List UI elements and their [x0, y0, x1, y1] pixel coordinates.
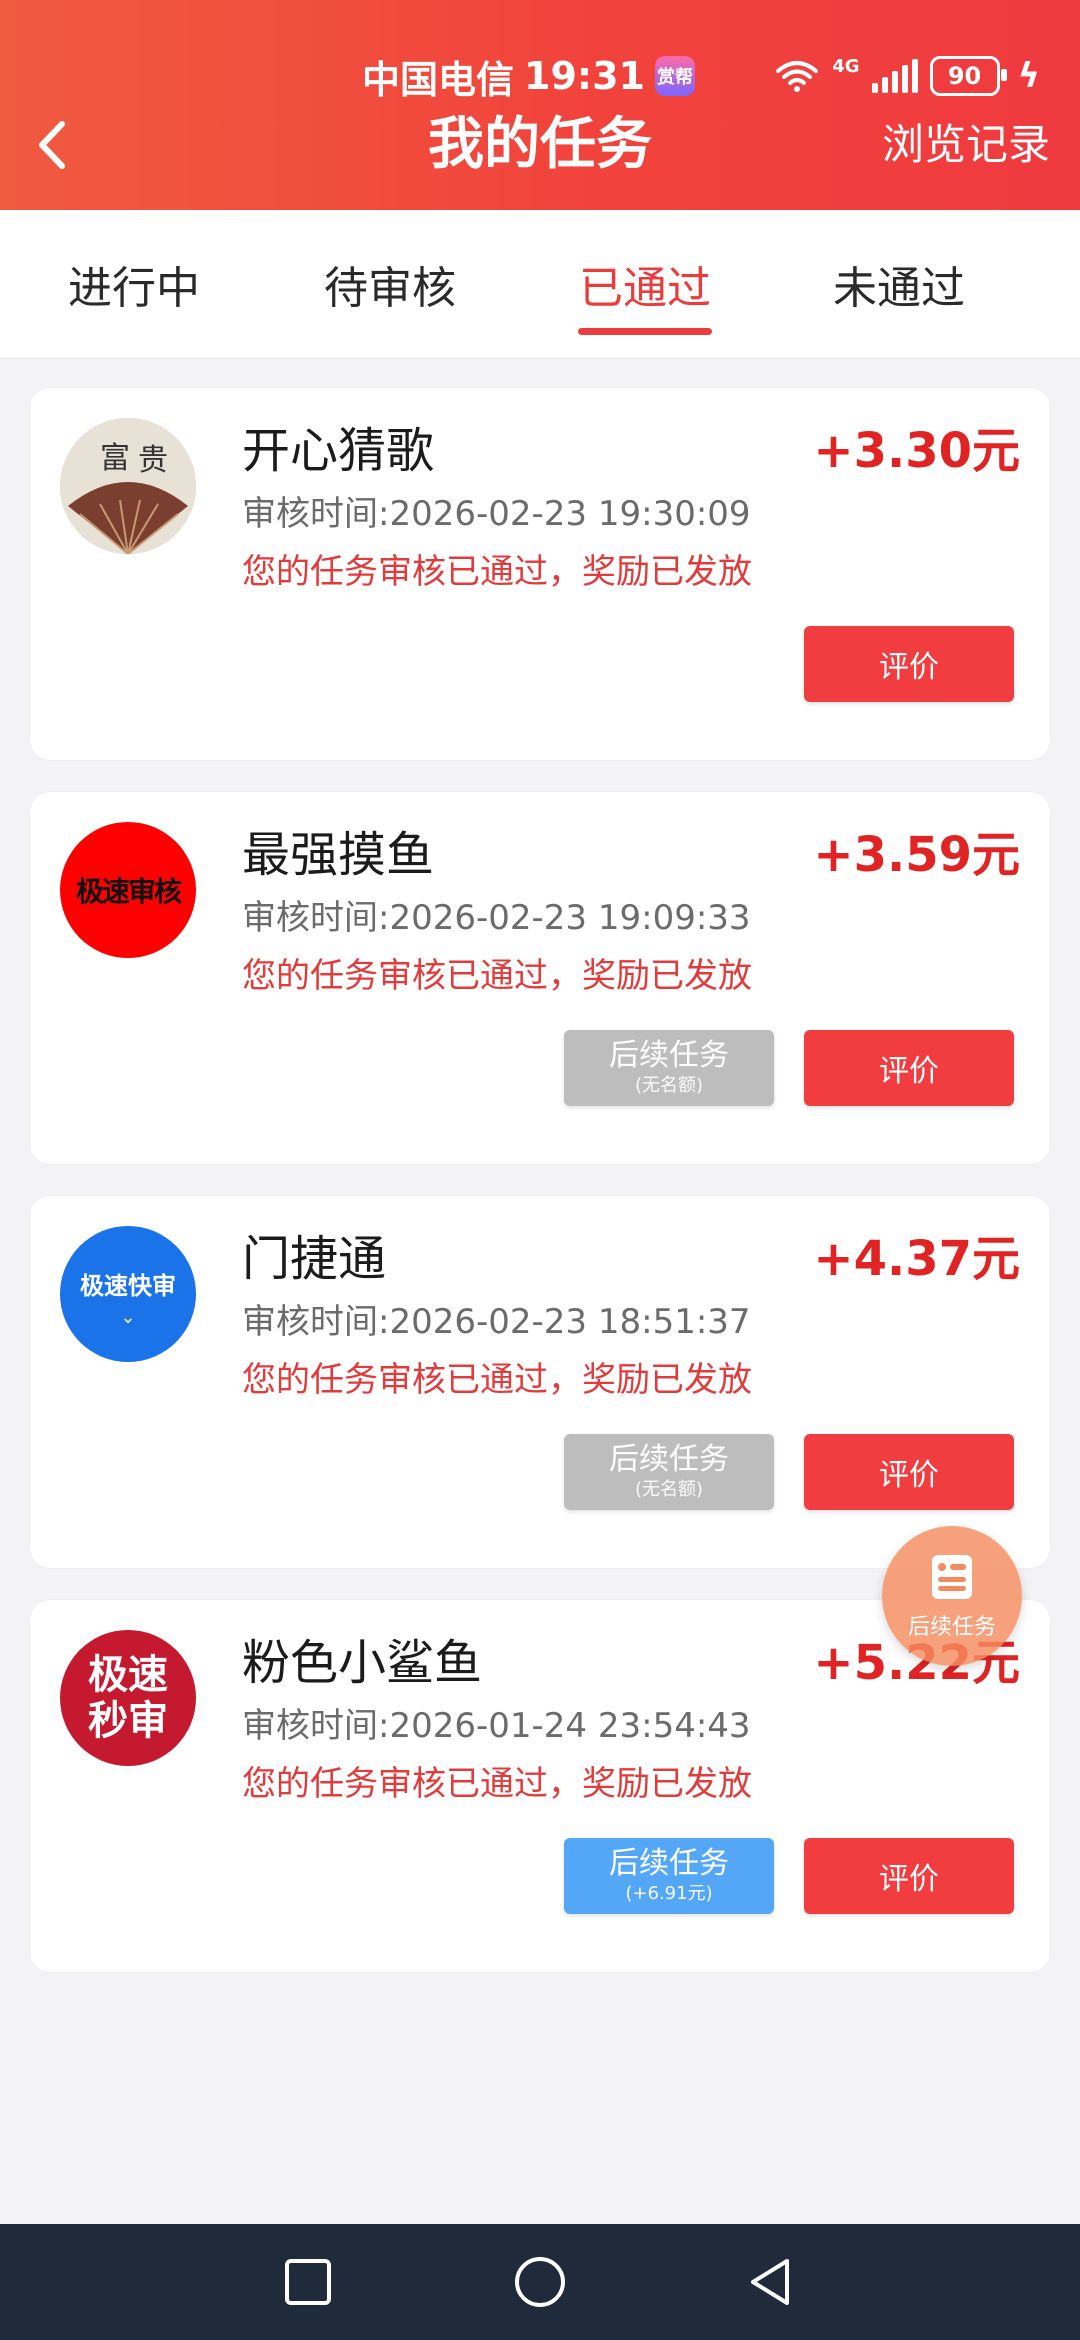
fab-label: 后续任务: [907, 1615, 996, 1640]
review-time: 审核时间:2026-01-24 23:54:43: [242, 1706, 751, 1746]
task-avatar: 极速审核: [60, 822, 196, 958]
task-list-icon: [932, 1555, 972, 1599]
approval-message: 您的任务审核已通过，奖励已发放: [242, 956, 752, 996]
avatar-text: 极速审核: [75, 875, 182, 908]
follow-up-sublabel: (+6.91元): [625, 1883, 713, 1904]
back-button[interactable]: [30, 118, 80, 172]
avatar-text: 极速快审: [80, 1272, 176, 1300]
task-title: 门捷通: [242, 1231, 387, 1287]
rate-button[interactable]: 评价: [804, 1838, 1014, 1914]
carrier-badge-icon: 赏帮: [654, 56, 695, 96]
review-time: 审核时间:2026-02-23 19:30:09: [242, 494, 751, 534]
status-center: 中国电信 19:31 赏帮: [362, 48, 695, 104]
tab-approved[interactable]: 已通过: [535, 210, 755, 358]
follow-up-label: 后续任务: [609, 1846, 729, 1881]
rate-button[interactable]: 评价: [804, 1434, 1014, 1510]
back-nav-button[interactable]: [740, 2252, 800, 2312]
battery-level: 90: [947, 62, 982, 90]
chevron-down-icon: ⌄: [120, 1307, 136, 1328]
follow-up-sublabel: (无名额): [634, 1479, 704, 1500]
task-avatar: 极速快审 ⌄: [60, 1226, 196, 1362]
charging-icon: ϟ: [1017, 56, 1040, 96]
follow-up-label: 后续任务: [609, 1038, 729, 1073]
browse-history-link[interactable]: 浏览记录: [882, 100, 1050, 190]
task-title: 开心猜歌: [242, 423, 435, 479]
task-avatar: 极速秒审: [60, 1630, 196, 1766]
tab-in-progress[interactable]: 进行中: [24, 210, 244, 358]
app-header: 中国电信 19:31 赏帮 4G 90 ϟ 我的任务 浏览记录: [0, 0, 1080, 210]
network-type: 4G: [832, 55, 860, 77]
task-avatar: 富 贵: [60, 418, 196, 554]
fan-calligraphy-icon: 富 贵: [60, 418, 196, 554]
follow-up-task-button[interactable]: 后续任务 (无名额): [564, 1434, 774, 1510]
recent-apps-button[interactable]: [278, 2252, 338, 2312]
task-title: 粉色小鲨鱼: [242, 1635, 483, 1691]
signal-icon: [871, 59, 918, 93]
reward-amount: +3.59元: [813, 827, 1020, 883]
follow-up-task-button[interactable]: 后续任务 (无名额): [564, 1030, 774, 1106]
avatar-text: 极速秒审: [88, 1652, 168, 1744]
follow-up-label: 后续任务: [609, 1442, 729, 1477]
approval-message: 您的任务审核已通过，奖励已发放: [242, 552, 752, 592]
wifi-icon: [774, 59, 820, 93]
task-card[interactable]: 极速秒审 粉色小鲨鱼 +5.22元 审核时间:2026-01-24 23:54:…: [30, 1600, 1050, 1972]
status-tabs: 进行中 待审核 已通过 未通过: [0, 210, 1080, 359]
reward-amount: +4.37元: [813, 1231, 1020, 1287]
task-card[interactable]: 极速审核 最强摸鱼 +3.59元 审核时间:2026-02-23 19:09:3…: [30, 792, 1050, 1164]
rate-button[interactable]: 评价: [804, 1030, 1014, 1106]
system-navigation-bar: [0, 2224, 1080, 2340]
follow-up-tasks-fab[interactable]: 后续任务: [882, 1526, 1022, 1666]
square-icon: [285, 2259, 331, 2305]
task-title: 最强摸鱼: [242, 827, 435, 883]
circle-icon: [515, 2257, 565, 2307]
battery-icon: 90: [929, 56, 1007, 96]
clock: 19:31: [524, 54, 645, 98]
nav-bar: 我的任务 浏览记录: [0, 100, 1080, 190]
status-indicators: 4G 90 ϟ: [774, 48, 1040, 104]
task-card[interactable]: 极速快审 ⌄ 门捷通 +4.37元 审核时间:2026-02-23 18:51:…: [30, 1196, 1050, 1568]
task-card[interactable]: 富 贵 开心猜歌 +3.30元 审核时间:2026-02-23 19:30:09…: [30, 388, 1050, 760]
tab-pending-review[interactable]: 待审核: [280, 210, 500, 358]
review-time: 审核时间:2026-02-23 19:09:33: [242, 898, 751, 938]
follow-up-task-button[interactable]: 后续任务 (+6.91元): [564, 1838, 774, 1914]
rate-button[interactable]: 评价: [804, 626, 1014, 702]
status-bar: 中国电信 19:31 赏帮 4G 90 ϟ: [0, 48, 1080, 104]
avatar-glyph: 贵: [138, 443, 168, 478]
reward-amount: +3.30元: [813, 423, 1020, 479]
home-button[interactable]: [510, 2252, 570, 2312]
approval-message: 您的任务审核已通过，奖励已发放: [242, 1764, 752, 1804]
active-tab-indicator: [578, 328, 712, 335]
back-arrow-icon: [39, 121, 65, 169]
follow-up-sublabel: (无名额): [634, 1075, 704, 1096]
avatar-glyph: 富: [100, 441, 130, 476]
tab-rejected[interactable]: 未通过: [789, 210, 1009, 358]
carrier-name: 中国电信: [362, 57, 515, 102]
triangle-back-icon: [751, 2259, 789, 2305]
review-time: 审核时间:2026-02-23 18:51:37: [242, 1302, 751, 1342]
approval-message: 您的任务审核已通过，奖励已发放: [242, 1360, 752, 1400]
